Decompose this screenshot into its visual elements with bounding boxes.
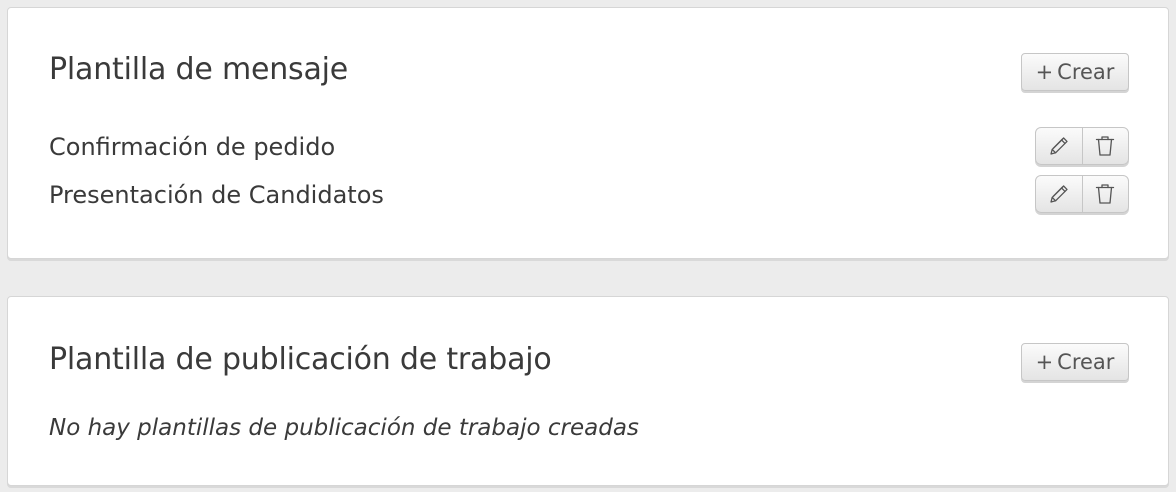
empty-state-message: No hay plantillas de publicación de trab… xyxy=(49,415,639,441)
pencil-icon xyxy=(1050,137,1068,155)
message-templates-panel: Plantilla de mensaje + Crear Confirmació… xyxy=(7,7,1169,259)
template-actions xyxy=(1035,175,1129,213)
edit-template-button[interactable] xyxy=(1036,128,1082,164)
trash-icon xyxy=(1096,136,1115,156)
delete-template-button[interactable] xyxy=(1081,176,1129,212)
plus-icon: + xyxy=(1035,350,1054,374)
template-row-order-confirmation: Confirmación de pedido xyxy=(49,127,1129,167)
plus-icon: + xyxy=(1035,60,1054,84)
create-message-template-button[interactable]: + Crear xyxy=(1021,53,1129,91)
create-button-label: Crear xyxy=(1057,60,1115,84)
template-name: Presentación de Candidatos xyxy=(49,181,384,209)
template-name: Confirmación de pedido xyxy=(49,133,336,161)
delete-template-button[interactable] xyxy=(1081,128,1129,164)
job-templates-title: Plantilla de publicación de trabajo xyxy=(49,342,552,377)
create-button-label: Crear xyxy=(1057,350,1115,374)
template-row-candidate-presentation: Presentación de Candidatos xyxy=(49,175,1129,215)
pencil-icon xyxy=(1050,185,1068,203)
edit-template-button[interactable] xyxy=(1036,176,1082,212)
create-job-template-button[interactable]: + Crear xyxy=(1021,343,1129,381)
message-templates-title: Plantilla de mensaje xyxy=(49,52,349,87)
trash-icon xyxy=(1096,184,1115,204)
job-templates-panel: Plantilla de publicación de trabajo + Cr… xyxy=(7,296,1169,486)
template-actions xyxy=(1035,127,1129,165)
